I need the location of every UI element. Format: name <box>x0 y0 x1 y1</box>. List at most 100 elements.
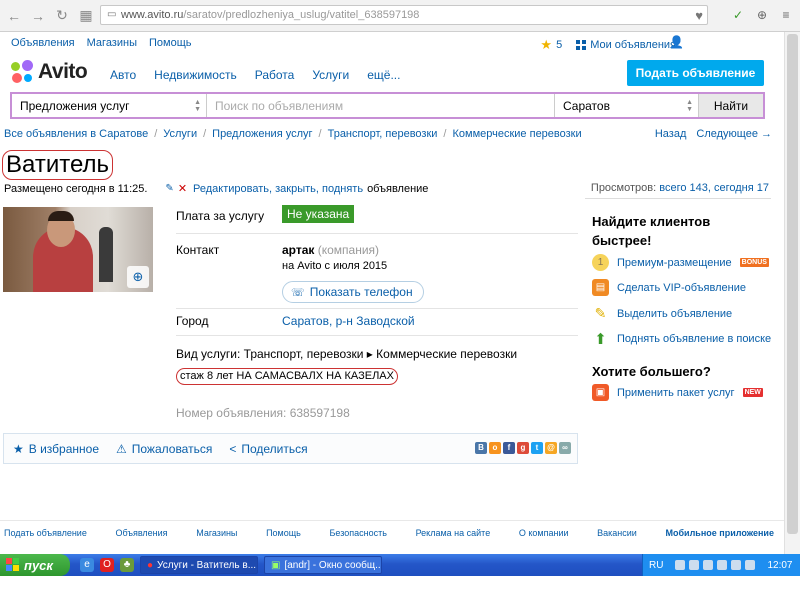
footer-post-ad[interactable]: Подать объявление <box>4 528 87 538</box>
tray-icon[interactable] <box>675 560 686 570</box>
link-shops[interactable]: Магазины <box>87 37 137 49</box>
taskbar-item-chat[interactable]: ▣ [andr] - Окно сообщ... <box>264 556 382 574</box>
start-button[interactable]: пуск <box>0 554 70 576</box>
avito-logo[interactable]: Avito <box>10 60 88 84</box>
google-plus-icon[interactable]: g <box>517 442 529 454</box>
nav-realty[interactable]: Недвижимость <box>154 68 237 82</box>
nav-jobs[interactable]: Работа <box>255 68 295 82</box>
search-input[interactable]: Поиск по объявлениям <box>207 94 555 117</box>
back-arrow-icon[interactable]: ← <box>4 6 24 26</box>
footer-shops[interactable]: Магазины <box>196 528 237 538</box>
footer-safety[interactable]: Безопасность <box>329 528 386 538</box>
report-button[interactable]: ⚠ Пожаловаться <box>116 442 212 456</box>
show-phone-button[interactable]: ☏ Показать телефон <box>282 281 424 303</box>
city-link[interactable]: Саратов, р-н Заводской <box>282 314 415 328</box>
edit-link[interactable]: Редактировать, закрыть, поднять <box>193 183 363 195</box>
tray-icon[interactable] <box>745 560 756 570</box>
heart-icon[interactable]: ♥ <box>695 8 703 23</box>
crumb-transport[interactable]: Транспорт, перевозки <box>328 128 438 140</box>
app-icon[interactable]: ♣ <box>120 558 134 572</box>
shield-extension-icon[interactable]: ✓ <box>730 7 746 23</box>
warning-icon: ⚠ <box>116 441 127 456</box>
tray-icon[interactable] <box>717 560 728 570</box>
download-icon[interactable]: ⊕ <box>754 7 770 23</box>
rating-value[interactable]: 5 <box>556 39 562 51</box>
scrollbar[interactable] <box>784 32 800 554</box>
link-help[interactable]: Помощь <box>149 37 192 49</box>
footer-ads[interactable]: Объявления <box>116 528 168 538</box>
find-button[interactable]: Найти <box>699 94 763 117</box>
package-item[interactable]: ▣ Применить пакет услуг NEW <box>592 384 763 401</box>
raise-item[interactable]: ⬆ Поднять объявление в поиске <box>592 330 771 348</box>
category-select[interactable]: Предложения услуг ▲ ▼ <box>12 94 207 117</box>
logo-text: Avito <box>38 60 88 83</box>
back-link[interactable]: Назад <box>655 128 687 140</box>
tray-icon[interactable] <box>689 560 700 570</box>
grid-icon <box>576 40 587 50</box>
vip-icon: ▤ <box>592 279 609 296</box>
nav-services[interactable]: Услуги <box>312 68 349 82</box>
promo-heading: Найдите клиентов быстрее! <box>592 214 711 248</box>
zoom-icon[interactable]: ⊕ <box>127 266 149 288</box>
footer-jobs[interactable]: Вакансии <box>597 528 637 538</box>
nav-more[interactable]: ещё... <box>367 68 400 82</box>
ok-icon[interactable]: o <box>489 442 501 454</box>
views-value[interactable]: всего 143, сегодня 17 <box>659 182 769 194</box>
taskbar-item-browser[interactable]: ● Услуги - Ватитель в... <box>140 556 258 574</box>
rating[interactable]: ★ 5 <box>540 37 562 53</box>
facebook-icon[interactable]: f <box>503 442 515 454</box>
mail-icon[interactable]: @ <box>545 442 557 454</box>
crumb-all[interactable]: Все объявления в Саратове <box>4 128 148 140</box>
scroll-thumb[interactable] <box>787 34 798 534</box>
windows-taskbar: пуск e O ♣ ● Услуги - Ватитель в... ▣ [a… <box>0 554 800 576</box>
link-ads[interactable]: Объявления <box>11 37 75 49</box>
main-nav: Авто Недвижимость Работа Услуги ещё... <box>110 68 400 82</box>
twitter-icon[interactable]: t <box>531 442 543 454</box>
apps-grid-icon[interactable]: ▦ <box>76 6 96 26</box>
favorite-button[interactable]: ★ В избранное <box>13 442 99 456</box>
opera-icon[interactable]: O <box>100 558 114 572</box>
opera-icon: ● <box>147 559 154 571</box>
user-icon[interactable]: 👤 <box>669 35 684 49</box>
reload-icon[interactable]: ↻ <box>52 6 72 26</box>
footer-mobile-app[interactable]: Мобильное приложение <box>666 528 774 538</box>
package-label: Применить пакет услуг <box>617 386 735 399</box>
ad-photo[interactable]: ⊕ <box>3 207 153 292</box>
browser-toolbar: ← → ↻ ▦ ▭ www.avito.ru /saratov/predlozh… <box>0 0 800 32</box>
bonus-tag: BONUS <box>739 258 769 267</box>
footer-help[interactable]: Помощь <box>266 528 301 538</box>
next-link[interactable]: Следующее → <box>696 128 772 140</box>
footer-about[interactable]: О компании <box>519 528 569 538</box>
post-ad-button[interactable]: Подать объявление <box>627 60 764 86</box>
link-icon[interactable]: ∞ <box>559 442 571 454</box>
address-bar[interactable]: ▭ www.avito.ru /saratov/predlozheniya_us… <box>100 5 708 25</box>
language-indicator[interactable]: RU <box>649 560 663 571</box>
highlight-item[interactable]: ✎ Выделить объявление <box>592 305 733 322</box>
photo-hair <box>48 211 74 221</box>
tray-icon[interactable] <box>731 560 742 570</box>
price-label: Плата за услугу <box>176 209 265 223</box>
marker-icon: ✎ <box>594 305 607 321</box>
contact-label: Контакт <box>176 243 220 257</box>
divider <box>176 335 578 336</box>
my-ads-link[interactable]: Мои объявления <box>590 39 676 51</box>
tray-icon[interactable] <box>703 560 714 570</box>
vip-item[interactable]: ▤ Сделать VIP-объявление <box>592 279 746 296</box>
ie-icon[interactable]: e <box>80 558 94 572</box>
forward-arrow-icon[interactable]: → <box>28 6 48 26</box>
crumb-commercial[interactable]: Коммерческие перевозки <box>452 128 581 140</box>
footer-advertising[interactable]: Реклама на сайте <box>416 528 491 538</box>
share-button[interactable]: < Поделиться <box>229 442 307 456</box>
vk-icon[interactable]: В <box>475 442 487 454</box>
posted-time: Размещено сегодня в 11:25. <box>4 182 148 195</box>
nav-auto[interactable]: Авто <box>110 68 136 82</box>
premium-item[interactable]: 1 Премиум-размещение BONUS <box>592 254 769 271</box>
crumb-services[interactable]: Услуги <box>163 128 197 140</box>
breadcrumb: Все объявления в Саратове / Услуги / Предл… <box>4 128 582 140</box>
menu-icon[interactable]: ≡ <box>778 7 794 23</box>
divider <box>585 198 771 199</box>
city-select[interactable]: Саратов ▲ ▼ <box>555 94 699 117</box>
action-bar: ★ В избранное ⚠ Пожаловаться < Поделитьс… <box>3 433 578 464</box>
crumb-offers[interactable]: Предложения услуг <box>212 128 312 140</box>
my-ads[interactable]: Мои объявления <box>576 39 676 51</box>
